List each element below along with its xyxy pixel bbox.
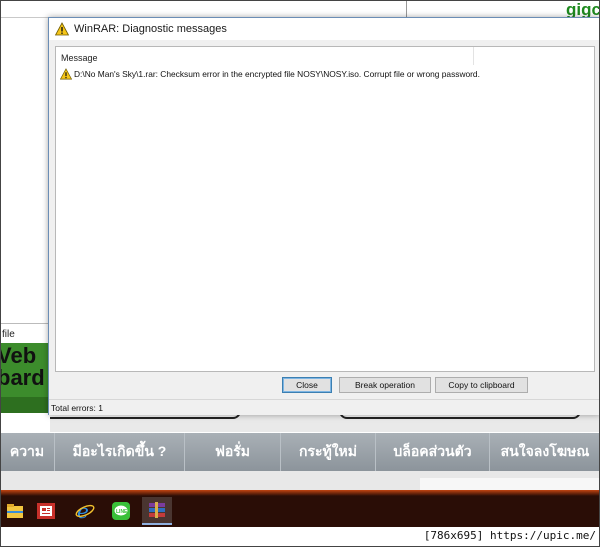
page-decoration [50, 412, 600, 432]
internet-explorer-icon[interactable]: e [70, 497, 100, 525]
dialog-title: WinRAR: Diagnostic messages [74, 23, 227, 35]
winrar-icon[interactable] [142, 497, 172, 525]
forum-navbar: ความ มีอะไรเกิดขึ้น ? ฟอรั่ม กระทู้ใหม่ … [0, 433, 600, 471]
column-header-message[interactable]: Message [56, 47, 474, 65]
winrar-diagnostic-dialog: WinRAR: Diagnostic messages Message D:\N… [48, 17, 600, 415]
warning-icon [55, 22, 69, 36]
taskbar-glow [0, 490, 600, 496]
file-label: file [2, 329, 15, 340]
copy-to-clipboard-button[interactable]: Copy to clipboard [435, 377, 528, 393]
message-list[interactable]: Message D:\No Man's Sky\1.rar: Checksum … [55, 46, 595, 372]
file-explorer-icon[interactable] [0, 497, 30, 525]
dialog-title-bar[interactable]: WinRAR: Diagnostic messages [49, 18, 599, 40]
nav-item-whats-new[interactable]: มีอะไรเกิดขึ้น ? [55, 433, 185, 471]
message-text: D:\No Man's Sky\1.rar: Checksum error in… [74, 69, 480, 79]
nav-item-forum[interactable]: ฟอรั่ม [185, 433, 281, 471]
warning-icon [60, 68, 72, 80]
break-operation-button[interactable]: Break operation [339, 377, 431, 393]
nav-item-messages[interactable]: ความ [0, 433, 55, 471]
news-app-icon[interactable] [31, 497, 61, 525]
page-lower-panel [420, 478, 600, 490]
nav-item-advertise[interactable]: สนใจลงโฆษณ [490, 433, 600, 471]
close-button[interactable]: Close [282, 377, 332, 393]
sidebar-separator [0, 323, 50, 324]
message-row[interactable]: D:\No Man's Sky\1.rar: Checksum error in… [60, 67, 480, 81]
nav-item-new-posts[interactable]: กระทู้ใหม่ [281, 433, 376, 471]
total-errors-label: Total errors: 1 [51, 403, 103, 413]
webboard-logo[interactable]: Veb bard [0, 343, 50, 413]
dialog-status-bar: Total errors: 1 [49, 399, 599, 415]
nav-item-blogs[interactable]: บล็อคส่วนตัว [376, 433, 490, 471]
svg-text:LINE: LINE [116, 509, 128, 515]
column-header-label: Message [61, 53, 98, 63]
image-watermark: [786x695] https://upic.me/ [423, 529, 596, 542]
line-app-icon[interactable]: LINE [106, 497, 136, 525]
logo-line-2: bard [0, 365, 45, 390]
